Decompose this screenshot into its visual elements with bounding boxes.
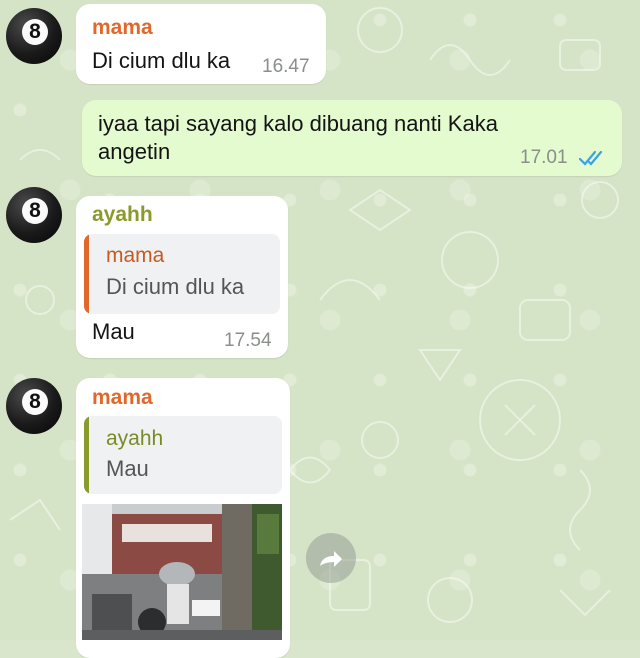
sender-name: ayahh	[92, 203, 153, 226]
quote-accent-bar	[84, 416, 89, 494]
message-text: Di cium dlu ka	[92, 48, 231, 73]
avatar-mama[interactable]: 8	[6, 378, 62, 434]
avatar-ayahh[interactable]: 8	[6, 187, 62, 243]
quoted-sender-name: mama	[106, 244, 165, 267]
video-thumbnail[interactable]	[82, 504, 282, 640]
8-ball-icon: 8	[22, 198, 48, 224]
message-text-line2: angetin	[98, 139, 171, 164]
sender-name: mama	[92, 16, 153, 39]
message-time: 16.47	[262, 56, 310, 77]
avatar-mama[interactable]: 8	[6, 8, 62, 64]
incoming-message-bubble[interactable]: mama Di cium dlu ka 16.47	[76, 4, 326, 84]
8-ball-icon: 8	[22, 19, 48, 45]
quoted-sender-name: ayahh	[106, 427, 164, 450]
incoming-message-bubble[interactable]: ayahh mama Di cium dlu ka Mau 17.54	[76, 196, 288, 358]
quoted-text: Di cium dlu ka	[106, 274, 245, 299]
message-text-line1: iyaa tapi sayang kalo dibuang nanti Kaka	[98, 111, 498, 136]
video-thumbnail-image	[82, 504, 282, 640]
double-check-read-icon	[578, 150, 603, 166]
forward-arrow-icon	[320, 551, 342, 567]
forward-button[interactable]	[306, 533, 356, 583]
quote-accent-bar	[84, 234, 89, 314]
quoted-text: Mau	[106, 456, 149, 481]
message-time: 17.01	[520, 147, 568, 168]
8-ball-icon: 8	[22, 389, 48, 415]
sender-name: mama	[92, 386, 153, 409]
quoted-message[interactable]: ayahh Mau	[84, 416, 282, 494]
message-text: Mau	[92, 319, 135, 344]
quoted-message[interactable]: mama Di cium dlu ka	[84, 234, 280, 314]
outgoing-message-bubble[interactable]: iyaa tapi sayang kalo dibuang nanti Kaka…	[82, 100, 622, 176]
incoming-media-bubble[interactable]: mama ayahh Mau	[76, 378, 290, 658]
message-time: 17.54	[224, 330, 272, 351]
